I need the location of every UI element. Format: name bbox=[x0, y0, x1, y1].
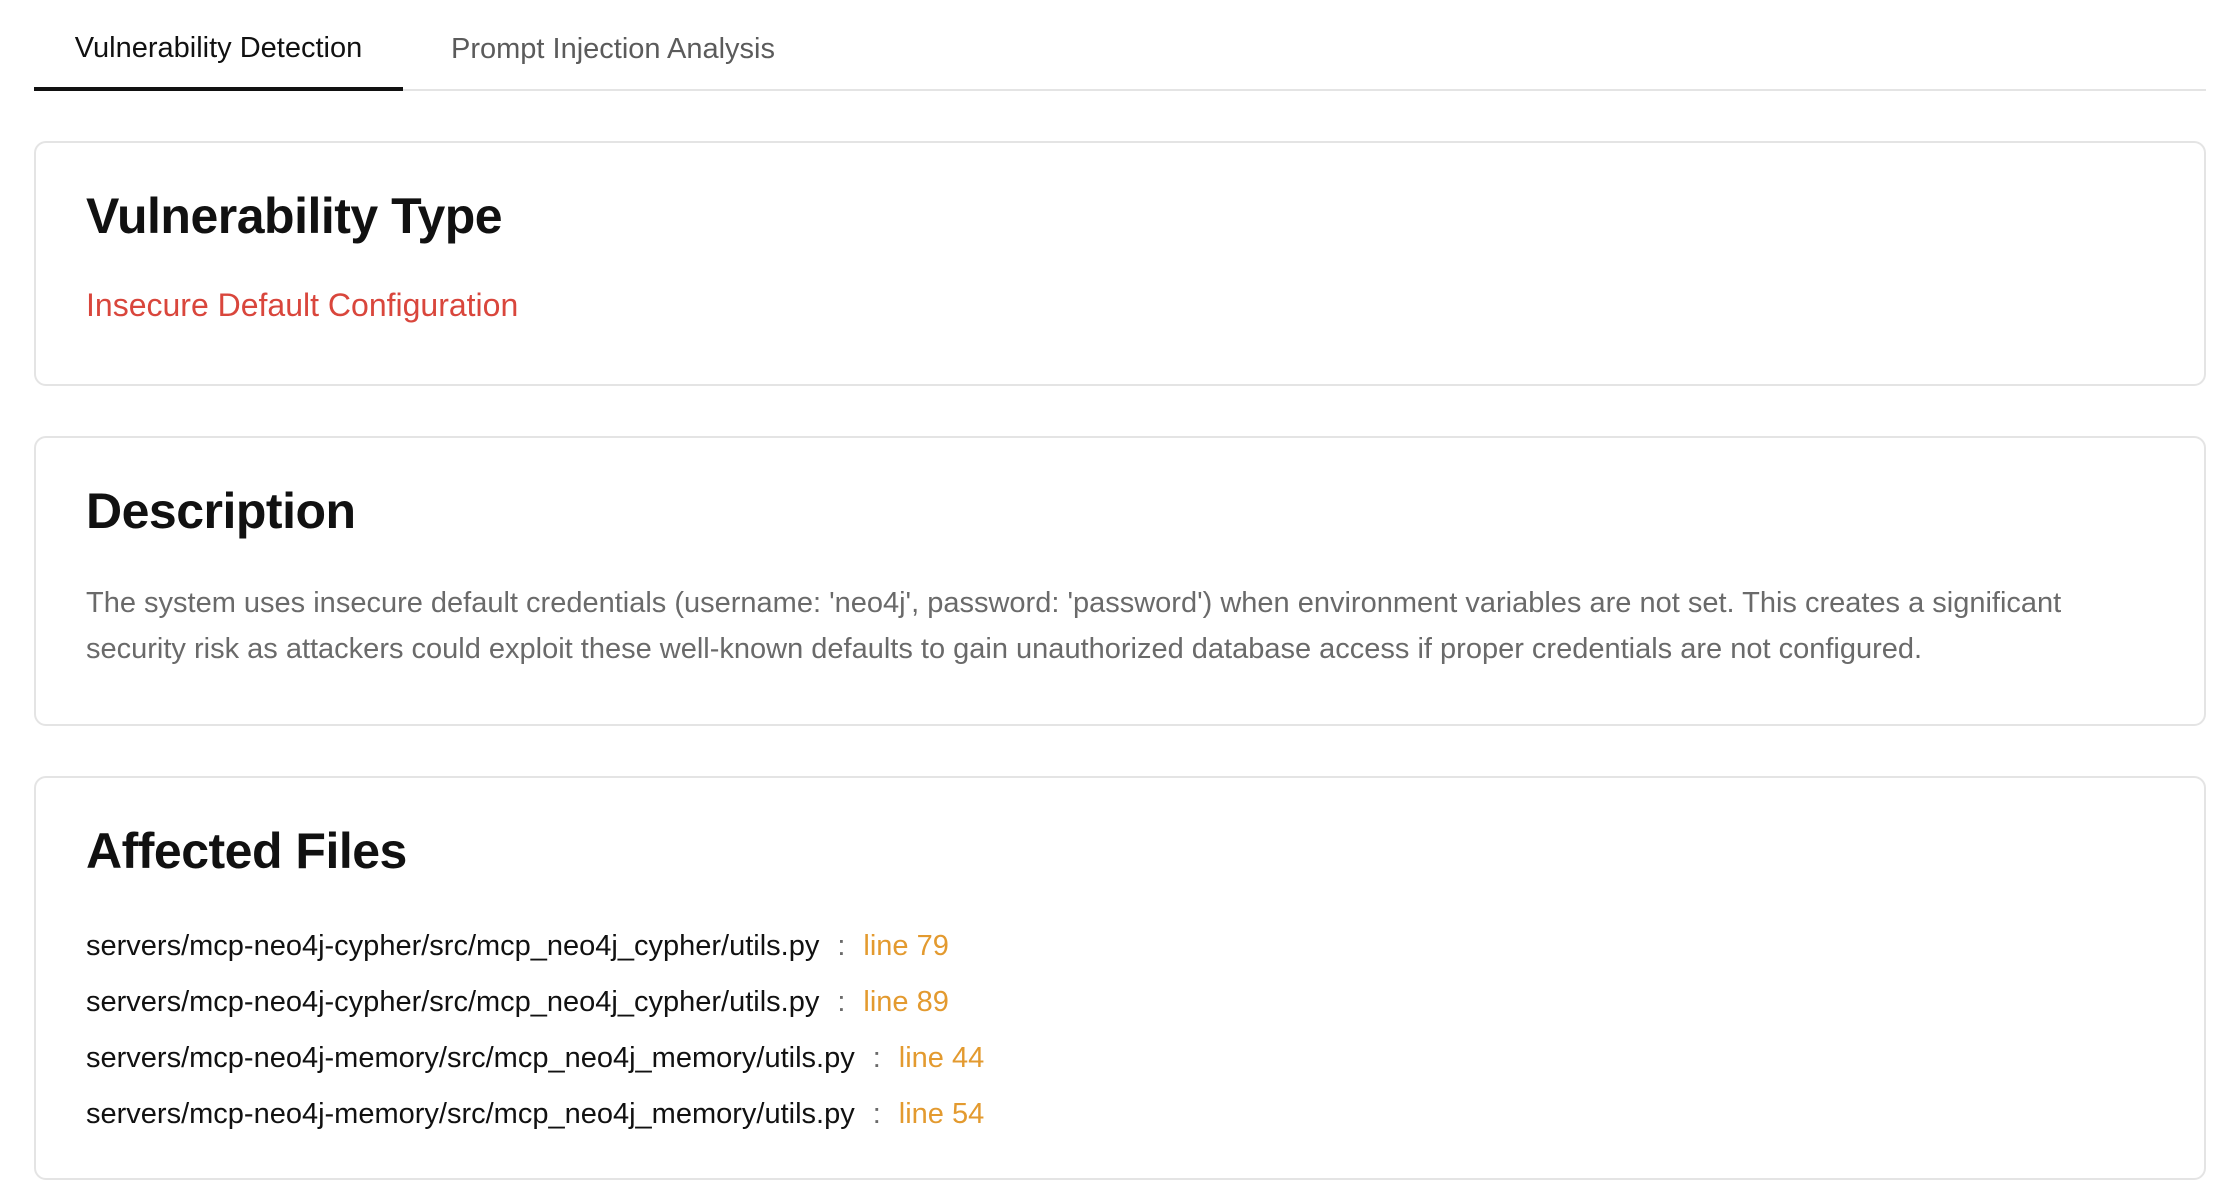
vulnerability-type-value: Insecure Default Configuration bbox=[86, 287, 519, 323]
file-path: servers/mcp-neo4j-memory/src/mcp_neo4j_m… bbox=[86, 1097, 855, 1130]
affected-files-card: Affected Files servers/mcp-neo4j-cypher/… bbox=[34, 776, 2206, 1180]
tab-bar: Vulnerability Detection Prompt Injection… bbox=[34, 0, 2206, 91]
tab-label: Vulnerability Detection bbox=[74, 32, 363, 64]
description-card: Description The system uses insecure def… bbox=[34, 436, 2206, 726]
tab-vulnerability-detection[interactable]: Vulnerability Detection bbox=[34, 0, 403, 91]
file-separator: : bbox=[872, 1041, 881, 1074]
file-separator: : bbox=[837, 985, 846, 1018]
file-row: servers/mcp-neo4j-cypher/src/mcp_neo4j_c… bbox=[86, 974, 2154, 1030]
file-row: servers/mcp-neo4j-memory/src/mcp_neo4j_m… bbox=[86, 1086, 2154, 1142]
file-line-ref[interactable]: line 79 bbox=[863, 930, 948, 963]
affected-files-title: Affected Files bbox=[86, 823, 407, 879]
vulnerability-type-title: Vulnerability Type bbox=[86, 188, 503, 244]
file-row: servers/mcp-neo4j-memory/src/mcp_neo4j_m… bbox=[86, 1030, 2154, 1086]
description-text: The system uses insecure default credent… bbox=[86, 587, 2062, 665]
file-row: servers/mcp-neo4j-cypher/src/mcp_neo4j_c… bbox=[86, 918, 2154, 974]
tab-label: Prompt Injection Analysis bbox=[451, 33, 775, 65]
file-path: servers/mcp-neo4j-cypher/src/mcp_neo4j_c… bbox=[86, 929, 820, 962]
file-separator: : bbox=[837, 929, 846, 962]
file-path: servers/mcp-neo4j-cypher/src/mcp_neo4j_c… bbox=[86, 985, 820, 1018]
vulnerability-type-card: Vulnerability Type Insecure Default Conf… bbox=[34, 141, 2206, 386]
file-path: servers/mcp-neo4j-memory/src/mcp_neo4j_m… bbox=[86, 1041, 855, 1074]
main-content: Vulnerability Detection Prompt Injection… bbox=[34, 0, 2206, 1180]
file-line-ref[interactable]: line 54 bbox=[899, 1098, 984, 1131]
file-separator: : bbox=[872, 1097, 881, 1130]
description-title: Description bbox=[86, 483, 356, 539]
affected-files-list: servers/mcp-neo4j-cypher/src/mcp_neo4j_c… bbox=[86, 918, 2154, 1142]
tab-prompt-injection-analysis[interactable]: Prompt Injection Analysis bbox=[403, 0, 775, 89]
file-line-ref[interactable]: line 44 bbox=[899, 1042, 984, 1075]
file-line-ref[interactable]: line 89 bbox=[863, 986, 948, 1019]
